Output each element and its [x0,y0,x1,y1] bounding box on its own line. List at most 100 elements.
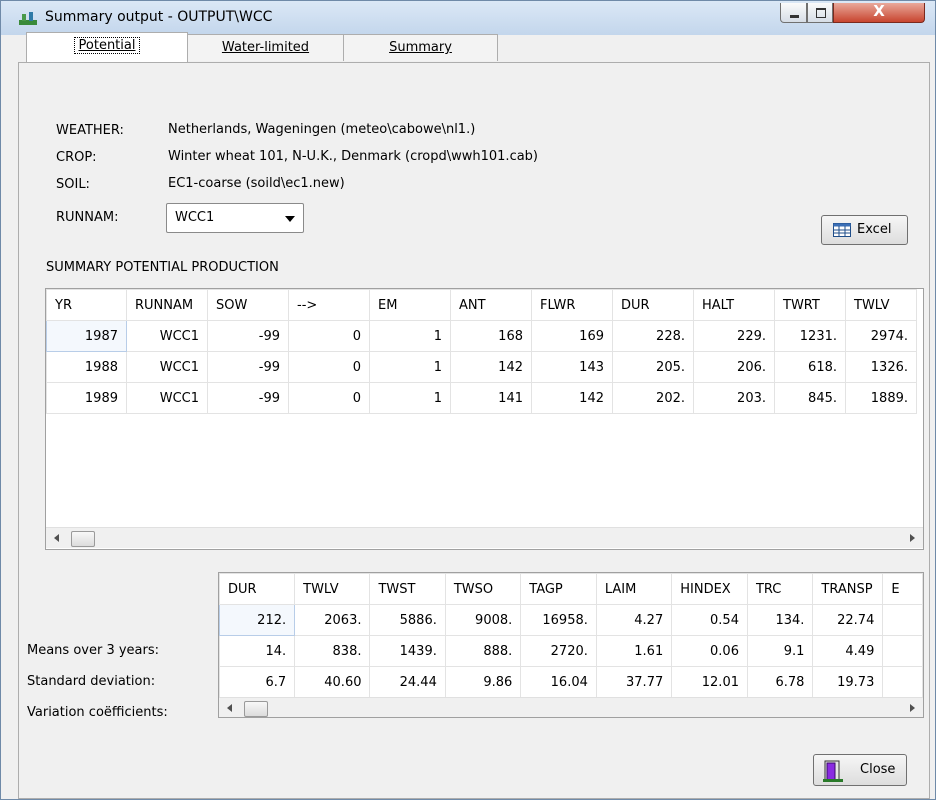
cell[interactable]: 229. [693,320,775,352]
close-button[interactable]: Close [813,754,907,786]
close-window-button[interactable]: X [833,2,925,23]
cell[interactable]: 845. [774,382,846,414]
statistics-horizontal-scrollbar[interactable] [219,697,923,717]
cell[interactable]: WCC1 [126,351,208,383]
col-header-halt[interactable]: HALT [693,289,775,321]
cell[interactable]: 6.7 [219,666,296,698]
cell[interactable]: 4.49 [812,635,884,667]
col-header-tagp[interactable]: TAGP [520,573,597,605]
cell[interactable]: WCC1 [126,320,208,352]
cell[interactable]: 0 [288,351,370,383]
cell[interactable]: 618. [774,351,846,383]
col-header-hindex[interactable]: HINDEX [671,573,748,605]
cell[interactable]: 0.06 [671,635,748,667]
cell[interactable]: 5886. [369,604,446,636]
scroll-left-icon[interactable] [227,704,232,712]
col-header-dur[interactable]: DUR [612,289,694,321]
cell[interactable]: 2974. [845,320,917,352]
tab-water-limited[interactable]: Water-limited [187,34,344,61]
scroll-left-icon[interactable] [54,534,59,542]
cell[interactable]: 37.77 [595,666,673,698]
cell[interactable]: 1326. [845,351,917,383]
maximize-button[interactable] [807,3,833,23]
cell[interactable]: 142 [531,382,613,414]
cell[interactable]: 1 [369,382,451,414]
statistics-grid[interactable]: DUR TWLV TWST TWSO TAGP LAIM HINDEX TRC … [218,572,924,718]
cell[interactable]: 4.27 [595,604,673,636]
table-row[interactable]: 1989 WCC1 -99 0 1 141 142 202. 203. 845.… [46,382,917,414]
cell[interactable]: 0 [288,382,370,414]
cell[interactable] [882,635,923,667]
cell[interactable]: 9.86 [444,666,522,698]
tab-potential[interactable]: Potential [26,32,188,62]
cell[interactable]: 228. [612,320,694,352]
col-header-flwr[interactable]: FLWR [531,289,613,321]
cell[interactable]: 205. [612,351,694,383]
col-header-twrt[interactable]: TWRT [774,289,846,321]
cell[interactable]: -99 [207,320,289,352]
production-horizontal-scrollbar[interactable] [46,527,923,548]
col-header-ant[interactable]: ANT [450,289,532,321]
cell[interactable]: 203. [693,382,775,414]
cell[interactable] [882,666,923,698]
cell[interactable]: 16958. [520,604,597,636]
col-header-yr[interactable]: YR [46,289,127,321]
col-header-sow[interactable]: SOW [207,289,289,321]
table-row[interactable]: 14. 838. 1439. 888. 2720. 1.61 0.06 9.1 … [219,635,923,667]
minimize-button[interactable] [780,3,807,23]
runnam-dropdown[interactable]: WCC1 [166,203,304,233]
cell[interactable]: -99 [207,382,289,414]
cell[interactable]: 2063. [294,604,371,636]
cell[interactable]: -99 [207,351,289,383]
cell[interactable]: 1987 [46,320,127,352]
scroll-thumb[interactable] [244,701,268,717]
cell[interactable]: 0.54 [671,604,748,636]
cell[interactable]: 2720. [520,635,597,667]
scroll-right-icon[interactable] [910,534,915,542]
col-header-dur[interactable]: DUR [219,573,296,605]
production-grid[interactable]: YR RUNNAM SOW --> EM ANT FLWR DUR HALT T… [45,288,924,550]
cell[interactable]: 134. [746,604,814,636]
col-header-twst[interactable]: TWST [369,573,446,605]
cell[interactable]: 206. [693,351,775,383]
col-header-twso[interactable]: TWSO [444,573,522,605]
col-header-twlv[interactable]: TWLV [294,573,371,605]
cell[interactable]: 212. [219,604,296,636]
cell[interactable]: 141 [450,382,532,414]
cell[interactable]: 888. [444,635,522,667]
cell[interactable]: 14. [219,635,296,667]
cell[interactable] [882,604,923,636]
table-row[interactable]: 1988 WCC1 -99 0 1 142 143 205. 206. 618.… [46,351,917,383]
col-header-em[interactable]: EM [369,289,451,321]
cell[interactable]: 0 [288,320,370,352]
cell[interactable]: 9.1 [746,635,814,667]
scroll-thumb[interactable] [71,531,95,547]
scroll-right-icon[interactable] [910,704,915,712]
table-row[interactable]: 212. 2063. 5886. 9008. 16958. 4.27 0.54 … [219,604,923,636]
title-bar[interactable]: Summary output - OUTPUT\WCC X [1,1,935,35]
col-header-arrow[interactable]: --> [288,289,370,321]
cell[interactable]: 9008. [444,604,522,636]
cell[interactable]: 24.44 [369,666,446,698]
cell[interactable]: 142 [450,351,532,383]
cell[interactable]: 1231. [774,320,846,352]
cell[interactable]: 168 [450,320,532,352]
cell[interactable]: 12.01 [671,666,748,698]
table-row[interactable]: 6.7 40.60 24.44 9.86 16.04 37.77 12.01 6… [219,666,923,698]
cell[interactable]: 16.04 [520,666,597,698]
col-header-laim[interactable]: LAIM [595,573,673,605]
col-header-runnam[interactable]: RUNNAM [126,289,208,321]
cell[interactable]: 19.73 [812,666,884,698]
excel-button[interactable]: Excel [821,215,908,245]
cell[interactable]: 1989 [46,382,127,414]
cell[interactable]: 1439. [369,635,446,667]
cell[interactable]: 1.61 [595,635,673,667]
table-row[interactable]: 1987 WCC1 -99 0 1 168 169 228. 229. 1231… [46,320,917,352]
cell[interactable]: 1889. [845,382,917,414]
cell[interactable]: WCC1 [126,382,208,414]
cell[interactable]: 40.60 [294,666,371,698]
cell[interactable]: 22.74 [812,604,884,636]
tab-summary[interactable]: Summary [343,34,498,61]
cell[interactable]: 1988 [46,351,127,383]
cell[interactable]: 838. [294,635,371,667]
